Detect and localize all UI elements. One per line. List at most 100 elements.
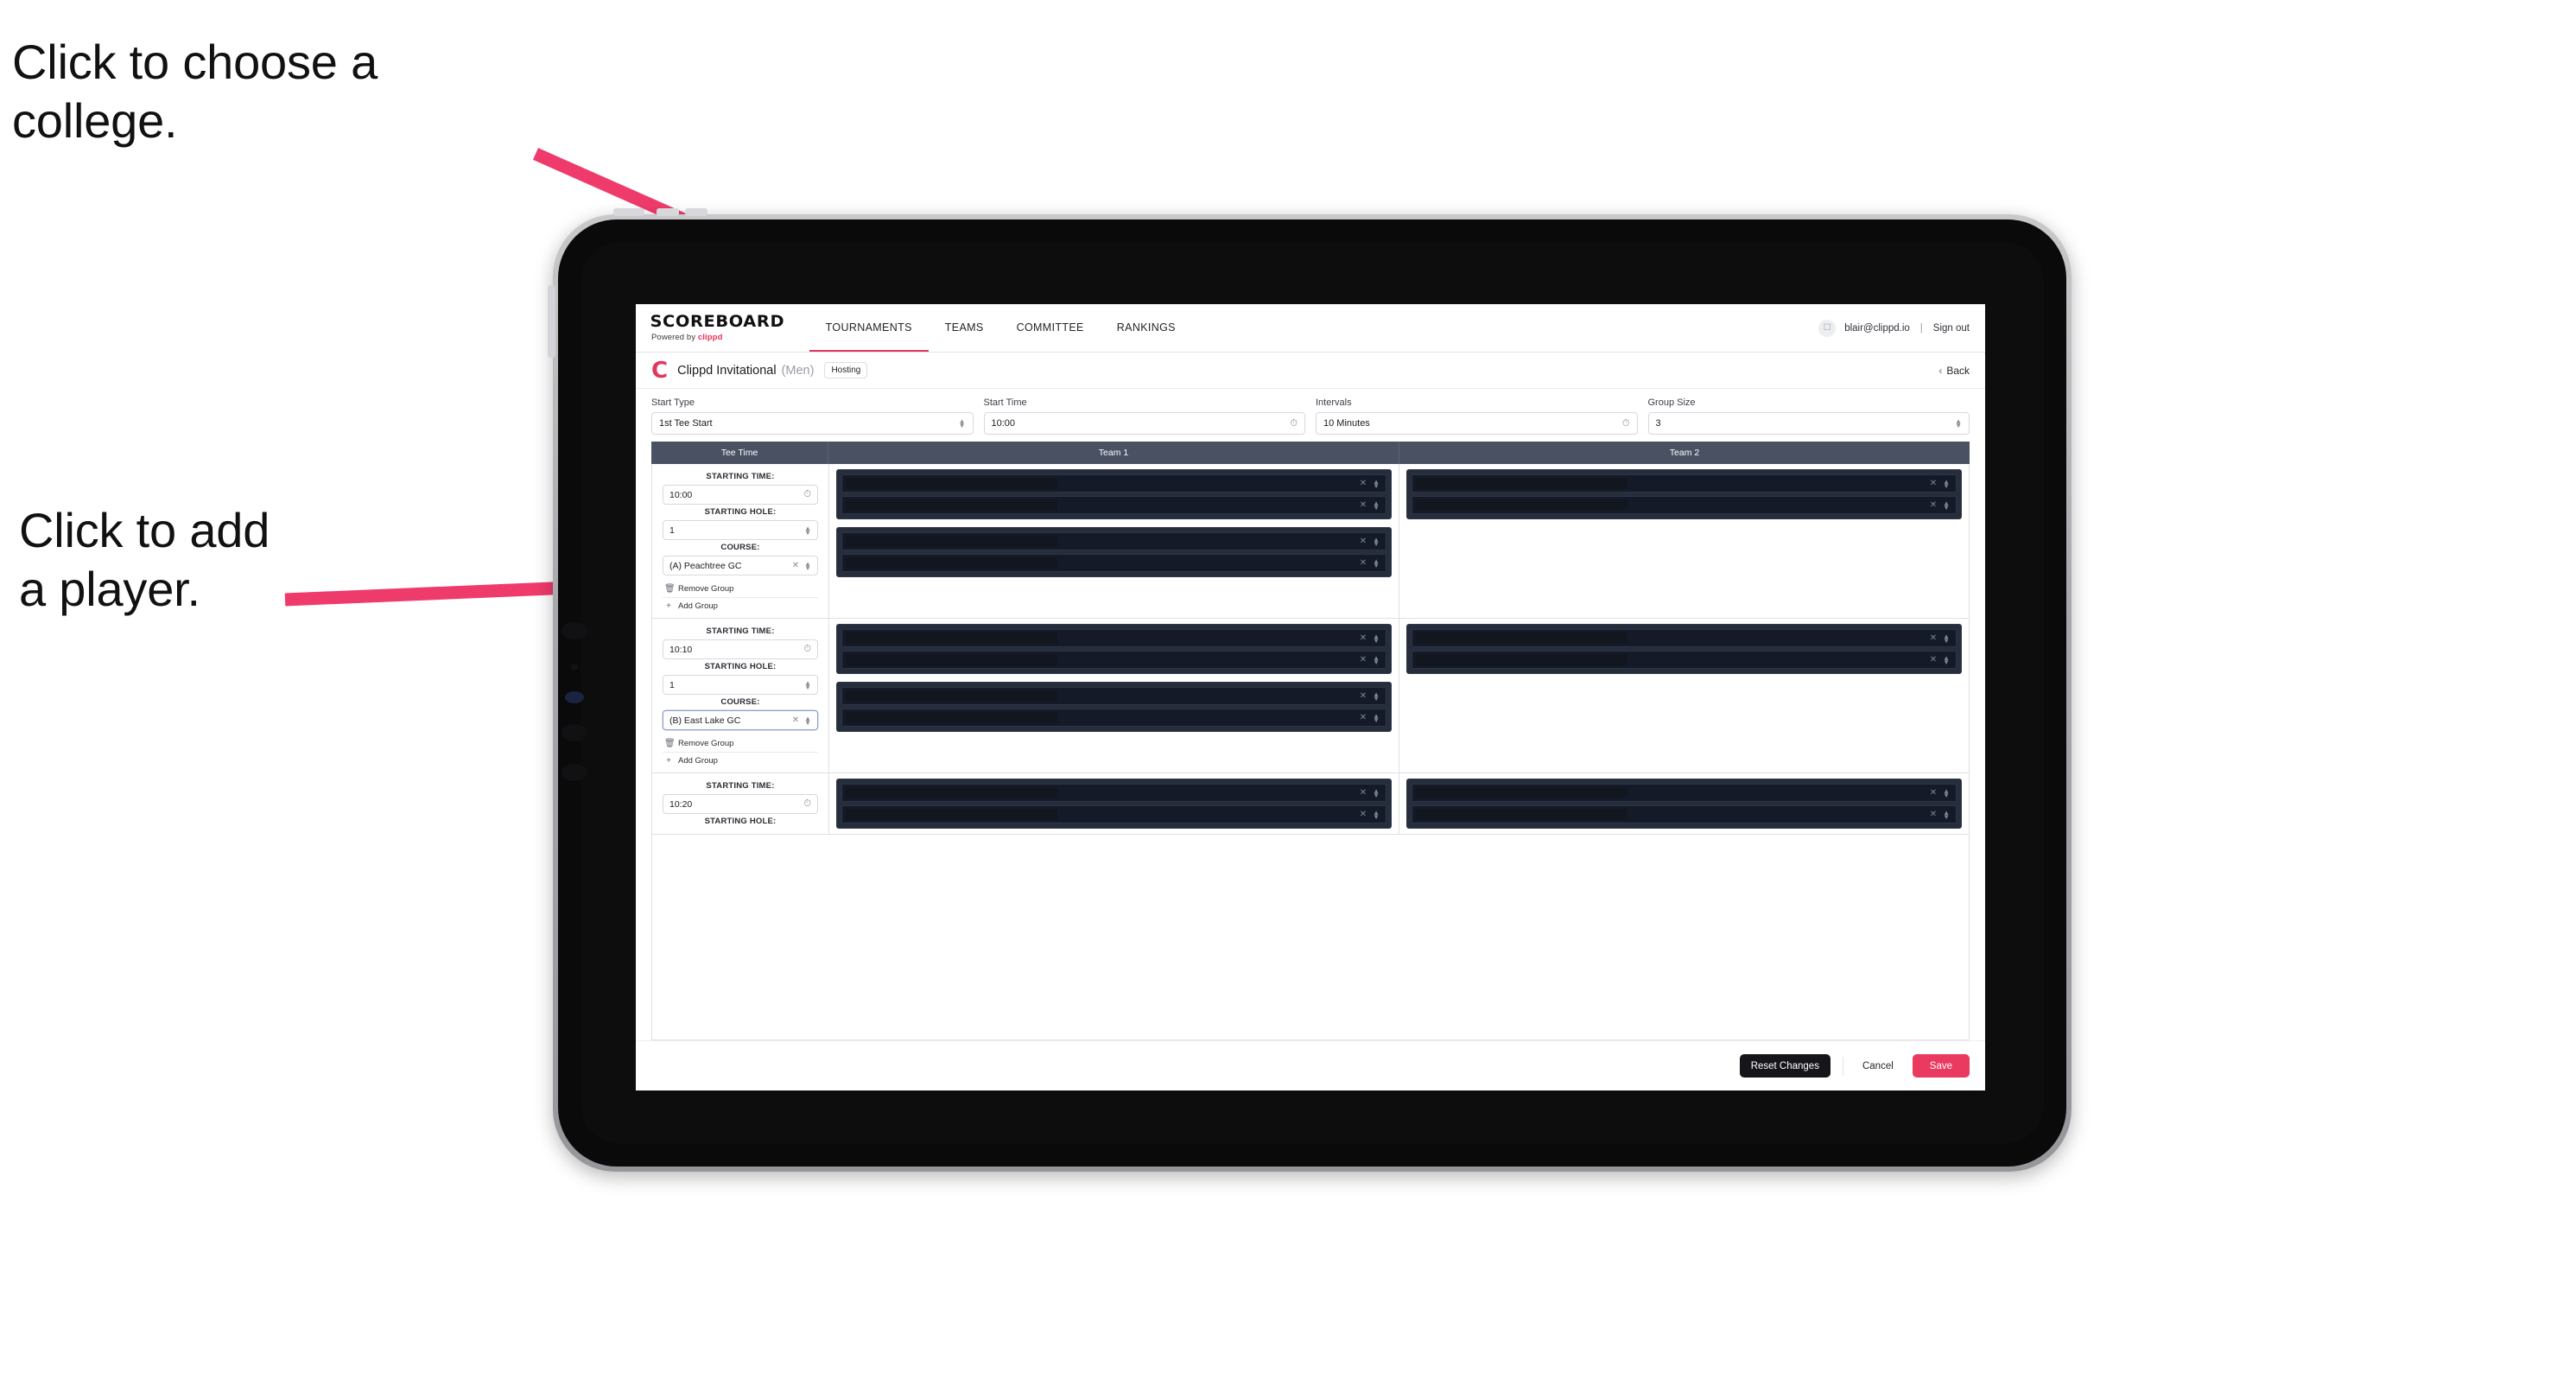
course-select[interactable]: (A) Peachtree GC ✕ ▲ ▼ — [663, 556, 818, 575]
player-row[interactable]: ✕ ▲ ▼ — [1412, 805, 1957, 823]
stepper-icon[interactable]: ▲ ▼ — [1943, 654, 1950, 665]
stepper-icon[interactable]: ▲ ▼ — [1943, 633, 1950, 644]
clear-icon[interactable]: ✕ — [1930, 479, 1937, 488]
player-row[interactable]: ✕ ▲ ▼ — [841, 629, 1386, 647]
stepper-icon[interactable]: ▲ ▼ — [1373, 690, 1380, 702]
stepper-icon[interactable]: ▲ ▼ — [1373, 654, 1380, 665]
clear-icon[interactable]: ✕ — [1930, 633, 1937, 643]
volume-down-button[interactable] — [685, 208, 707, 216]
start-time-input[interactable]: 10:00 ⏱ — [983, 412, 1305, 435]
volume-up-button[interactable] — [657, 208, 679, 216]
clock-icon[interactable]: ⏱ — [803, 489, 811, 500]
group-size-stepper[interactable]: 3 ▲ ▼ — [1647, 412, 1970, 435]
clock-icon[interactable]: ⏱ — [803, 798, 811, 810]
stepper-icon[interactable]: ▲ ▼ — [1373, 557, 1380, 569]
clear-icon[interactable]: ✕ — [1360, 479, 1367, 488]
account-email: blair@clippd.io — [1844, 322, 1910, 334]
clear-icon[interactable]: ✕ — [1360, 537, 1367, 546]
power-button[interactable] — [613, 208, 644, 216]
cancel-button[interactable]: Cancel — [1856, 1054, 1900, 1078]
clear-icon[interactable]: ✕ — [1360, 713, 1367, 722]
player-row[interactable]: ✕ ▲ ▼ — [841, 784, 1386, 802]
clear-icon[interactable]: ✕ — [1930, 655, 1937, 664]
stepper-icon-group-size[interactable]: ▲ ▼ — [1955, 418, 1962, 429]
add-group-button[interactable]: + Add Group — [663, 597, 818, 614]
stepper-icon[interactable]: ▲ ▼ — [959, 418, 966, 429]
brand-logo[interactable]: SCOREBOARD Powered by clippd — [650, 304, 809, 352]
clear-icon[interactable]: ✕ — [1360, 500, 1367, 510]
clear-icon[interactable]: ✕ — [1360, 633, 1367, 643]
player-row[interactable]: ✕ ▲ ▼ — [841, 805, 1386, 823]
starting-hole-stepper[interactable]: 1 ▲ ▼ — [663, 520, 818, 540]
nav-item-teams[interactable]: TEAMS — [929, 304, 1000, 352]
player-row[interactable]: ✕ ▲ ▼ — [841, 709, 1386, 727]
stepper-icon[interactable]: ▲ ▼ — [1373, 499, 1380, 511]
player-row[interactable]: ✕ ▲ ▼ — [841, 687, 1386, 705]
course-actions: ✕ ▲ ▼ — [792, 715, 811, 726]
remove-group-button[interactable]: 🗑 Remove Group — [663, 581, 818, 597]
clock-icon-intervals[interactable]: ⏱ — [1622, 418, 1630, 429]
clock-icon[interactable]: ⏱ — [1290, 418, 1298, 429]
player-row[interactable]: ✕ ▲ ▼ — [1412, 474, 1957, 493]
stepper-icon[interactable]: ▲ ▼ — [1373, 787, 1380, 798]
stepper-icon[interactable]: ▲ ▼ — [1943, 478, 1950, 489]
stepper-icon[interactable]: ▲ ▼ — [1943, 809, 1950, 820]
player-row[interactable]: ✕ ▲ ▼ — [841, 496, 1386, 514]
stepper-icon[interactable]: ▲ ▼ — [1943, 499, 1950, 511]
add-group-label: Add Group — [678, 756, 718, 766]
back-button[interactable]: ‹ Back — [1938, 365, 1970, 377]
clear-icon[interactable]: ✕ — [792, 715, 799, 725]
stepper-icon[interactable]: ▲ ▼ — [1373, 809, 1380, 820]
intervals-input[interactable]: 10 Minutes ⏱ — [1316, 412, 1638, 435]
player-name-redacted — [1416, 478, 1628, 489]
add-group-button[interactable]: + Add Group — [663, 752, 818, 769]
starting-time-input[interactable]: 10:10 ⏱ — [663, 639, 818, 659]
clear-icon[interactable]: ✕ — [1930, 788, 1937, 798]
player-row[interactable]: ✕ ▲ ▼ — [841, 554, 1386, 572]
stepper-icon[interactable]: ▲ ▼ — [1943, 787, 1950, 798]
player-row[interactable]: ✕ ▲ ▼ — [841, 474, 1386, 493]
player-group-card: ✕ ▲ ▼ ✕ ▲ ▼ — [836, 682, 1392, 732]
stepper-icon[interactable]: ▲ ▼ — [1373, 633, 1380, 644]
clear-icon[interactable]: ✕ — [1360, 558, 1367, 568]
clear-icon[interactable]: ✕ — [1930, 810, 1937, 819]
nav-item-committee[interactable]: COMMITTEE — [1000, 304, 1101, 352]
player-row[interactable]: ✕ ▲ ▼ — [841, 532, 1386, 550]
clear-icon[interactable]: ✕ — [1360, 810, 1367, 819]
save-button[interactable]: Save — [1912, 1054, 1970, 1078]
stepper-icon[interactable]: ▲ ▼ — [804, 715, 811, 726]
reset-changes-button[interactable]: Reset Changes — [1739, 1054, 1830, 1078]
player-row-actions: ✕ ▲ ▼ — [1360, 690, 1380, 702]
nav-item-tournaments[interactable]: TOURNAMENTS — [809, 304, 929, 352]
sign-out-link[interactable]: Sign out — [1933, 323, 1970, 334]
stepper-icon[interactable]: ▲ ▼ — [804, 525, 811, 536]
starting-time-input[interactable]: 10:20 ⏱ — [663, 794, 818, 814]
stepper-icon[interactable]: ▲ ▼ — [1373, 478, 1380, 489]
clock-icon[interactable]: ⏱ — [803, 644, 811, 655]
plus-icon: + — [666, 756, 671, 766]
course-select[interactable]: (B) East Lake GC ✕ ▲ ▼ — [663, 710, 818, 730]
player-row[interactable]: ✕ ▲ ▼ — [841, 651, 1386, 669]
clear-icon[interactable]: ✕ — [792, 561, 799, 570]
table-body: STARTING TIME: 10:00 ⏱ STARTING HOLE: 1 ▲ ▼ COU… — [651, 464, 1970, 1040]
user-avatar-icon[interactable]: ☐ — [1818, 319, 1837, 337]
clear-icon[interactable]: ✕ — [1930, 500, 1937, 510]
clear-icon[interactable]: ✕ — [1360, 788, 1367, 798]
stepper-icon[interactable]: ▲ ▼ — [1373, 712, 1380, 723]
starting-time-input[interactable]: 10:00 ⏱ — [663, 485, 818, 505]
remove-group-button[interactable]: 🗑 Remove Group — [663, 735, 818, 752]
player-row[interactable]: ✕ ▲ ▼ — [1412, 629, 1957, 647]
stepper-icon[interactable]: ▲ ▼ — [804, 560, 811, 571]
player-name-redacted — [846, 478, 1058, 489]
clear-icon[interactable]: ✕ — [1360, 655, 1367, 664]
player-row[interactable]: ✕ ▲ ▼ — [1412, 496, 1957, 514]
start-type-select[interactable]: 1st Tee Start ▲ ▼ — [651, 412, 974, 435]
nav-item-rankings[interactable]: RANKINGS — [1101, 304, 1192, 352]
stepper-icon[interactable]: ▲ ▼ — [1373, 536, 1380, 547]
stepper-icon[interactable]: ▲ ▼ — [804, 679, 811, 690]
clear-icon[interactable]: ✕ — [1360, 691, 1367, 701]
side-button[interactable] — [548, 285, 555, 358]
starting-hole-stepper[interactable]: 1 ▲ ▼ — [663, 675, 818, 695]
player-row[interactable]: ✕ ▲ ▼ — [1412, 651, 1957, 669]
player-row[interactable]: ✕ ▲ ▼ — [1412, 784, 1957, 802]
